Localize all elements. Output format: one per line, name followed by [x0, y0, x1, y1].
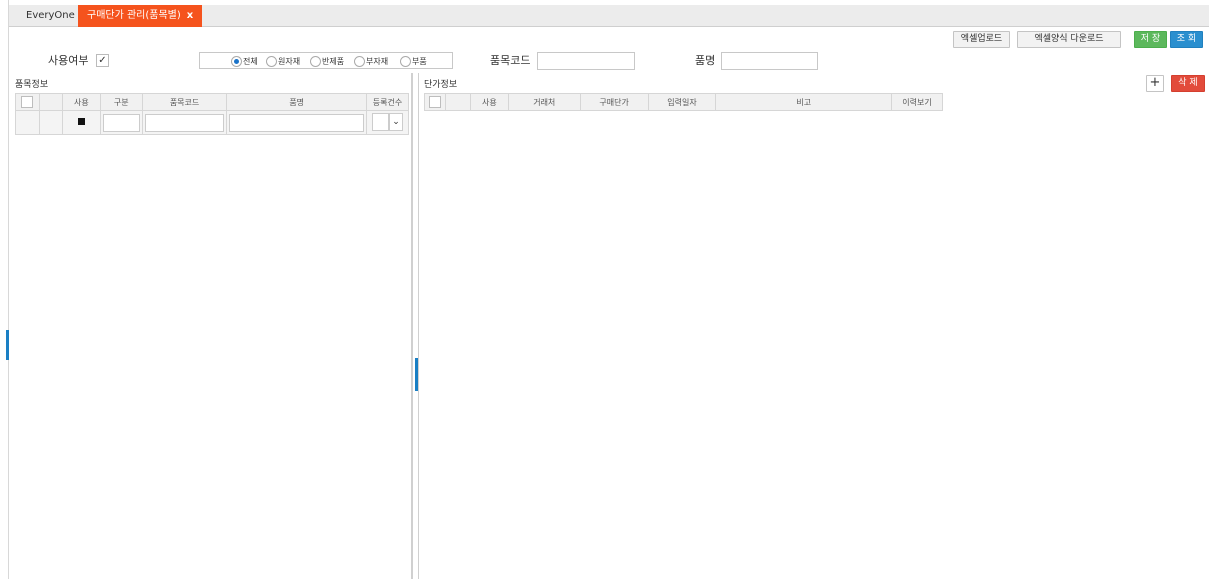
- select-all-header[interactable]: [15, 93, 40, 111]
- radio-semi-finished[interactable]: 반제품: [310, 55, 344, 68]
- item-info-panel: 품목정보 사용 구분 품목코드 품명 등록건수 ⌄: [11, 73, 412, 579]
- price-info-panel: 단가정보 + 삭 제 사용 거래처 구매단가 입력일자 비고 이력보기: [419, 73, 1209, 579]
- price-info-title: 단가정보: [424, 80, 458, 90]
- item-code-input[interactable]: [537, 52, 635, 70]
- price-grid: 사용 거래처 구매단가 입력일자 비고 이력보기: [424, 93, 943, 111]
- checkbox-indeterminate-icon: [77, 118, 85, 125]
- radio-icon: [400, 56, 411, 67]
- filter-registered-count-cell[interactable]: ⌄: [365, 110, 410, 135]
- tab-purchase-price-by-item[interactable]: 구매단가 관리(품목별) x: [78, 5, 203, 27]
- excel-upload-button[interactable]: 엑셀업로드: [953, 31, 1010, 48]
- panel-splitter[interactable]: [412, 73, 419, 579]
- radio-icon: [266, 56, 277, 67]
- radio-raw-material[interactable]: 원자재: [266, 55, 300, 68]
- close-icon[interactable]: x: [187, 10, 193, 21]
- chevron-down-icon[interactable]: ⌄: [388, 112, 403, 131]
- item-grid: 사용 구분 품목코드 품명 등록건수 ⌄: [15, 93, 410, 135]
- item-type-radio-group: 전체 원자재 반제품 부자재 부품: [199, 52, 453, 69]
- search-button[interactable]: 조 회: [1170, 31, 1203, 48]
- tab-bar: EveryOne 구매단가 관리(품목별) x: [9, 5, 1209, 27]
- save-button[interactable]: 저 장: [1134, 31, 1167, 48]
- item-name-label: 품명: [695, 54, 716, 67]
- delete-button[interactable]: 삭 제: [1171, 75, 1205, 92]
- col-vendor[interactable]: 거래처: [507, 93, 581, 111]
- select-all-checkbox[interactable]: [428, 96, 441, 108]
- filter-category-input[interactable]: [102, 113, 140, 132]
- col-input-date[interactable]: 입력일자: [647, 93, 717, 111]
- radio-icon: [310, 56, 321, 67]
- select-all-checkbox[interactable]: [21, 96, 34, 108]
- filter-bar: 사용여부 ✓ 전체 원자재 반제품 부자재 부품 품목코드 품명: [9, 52, 1209, 70]
- filter-item-code-cell[interactable]: [141, 110, 228, 135]
- plus-icon: +: [1149, 75, 1161, 90]
- filter-item-code-input[interactable]: [144, 113, 225, 132]
- left-rail: [0, 0, 9, 579]
- item-code-label: 품목코드: [490, 54, 531, 67]
- radio-parts[interactable]: 부품: [400, 55, 427, 68]
- col-status: [444, 93, 471, 111]
- filter-item-name-input[interactable]: [229, 113, 364, 132]
- tab-home[interactable]: EveryOne: [17, 5, 84, 27]
- col-item-name[interactable]: 품명: [226, 93, 367, 111]
- radio-all[interactable]: 전체: [231, 55, 258, 68]
- select-all-header[interactable]: [424, 93, 446, 111]
- col-use[interactable]: 사용: [469, 93, 509, 111]
- radio-icon: [354, 56, 365, 67]
- use-checkbox[interactable]: ✓: [96, 54, 109, 67]
- filter-registered-count-select[interactable]: ⌄: [371, 112, 403, 131]
- tab-label: 구매단가 관리(품목별): [87, 10, 181, 21]
- grid-header-row: 사용 거래처 구매단가 입력일자 비고 이력보기: [424, 93, 943, 111]
- grid-header-row: 사용 구분 품목코드 품명 등록건수: [15, 93, 410, 111]
- col-purchase-price[interactable]: 구매단가: [579, 93, 649, 111]
- col-item-code[interactable]: 품목코드: [141, 93, 228, 111]
- radio-selected-icon: [231, 56, 242, 67]
- splitter-handle[interactable]: [415, 358, 418, 391]
- filter-item-name-cell[interactable]: [226, 110, 367, 135]
- col-history[interactable]: 이력보기: [891, 93, 943, 111]
- filter-use-checkbox[interactable]: [61, 110, 101, 135]
- use-label: 사용여부: [48, 54, 89, 67]
- col-registered-count[interactable]: 등록건수: [365, 93, 410, 111]
- filter-category-cell[interactable]: [99, 110, 143, 135]
- radio-sub-material[interactable]: 부자재: [354, 55, 388, 68]
- filter-cell-empty: [15, 110, 40, 135]
- col-category[interactable]: 구분: [99, 93, 143, 111]
- item-name-input[interactable]: [721, 52, 818, 70]
- toolbar: 엑셀업로드 엑셀양식 다운로드 저 장 조 회: [953, 31, 1203, 48]
- col-status: [38, 93, 63, 111]
- item-info-title: 품목정보: [15, 80, 49, 90]
- left-rail-toggle[interactable]: [6, 330, 9, 360]
- filter-cell-empty: [38, 110, 63, 135]
- excel-template-download-button[interactable]: 엑셀양식 다운로드: [1017, 31, 1121, 48]
- col-note[interactable]: 비고: [715, 93, 893, 111]
- add-row-button[interactable]: +: [1146, 75, 1164, 92]
- grid-filter-row: ⌄: [15, 110, 410, 135]
- col-use[interactable]: 사용: [61, 93, 101, 111]
